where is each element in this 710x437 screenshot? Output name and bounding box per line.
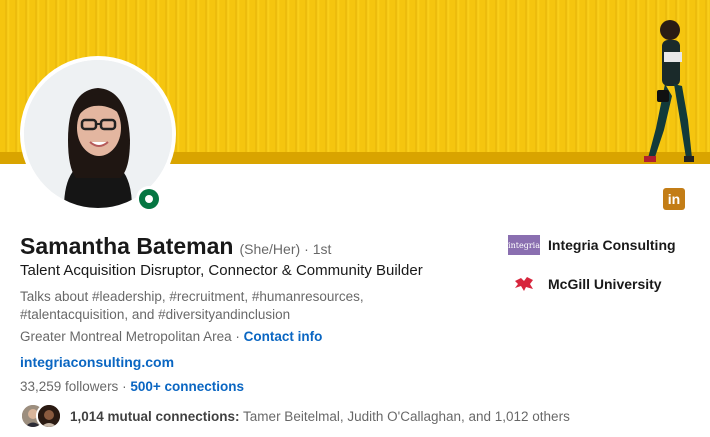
talks-about: Talks about #leadership, #recruitment, #…: [20, 289, 364, 322]
mutual-connections-names: Tamer Beitelmal, Judith O'Callaghan, and…: [239, 408, 570, 424]
stats-row: 33,259 followers · 500+ connections: [20, 379, 244, 394]
location-separator: ·: [231, 329, 244, 344]
current-company-item[interactable]: integria Integria Consulting: [508, 235, 676, 255]
online-status-indicator: [136, 186, 162, 212]
linkedin-premium-badge-icon[interactable]: in: [663, 188, 685, 210]
integria-logo-icon: integria: [508, 235, 540, 255]
profile-name: Samantha Bateman: [20, 233, 234, 259]
stats-separator: ·: [118, 379, 131, 394]
followers-count: 33,259 followers: [20, 379, 119, 394]
location-row: Greater Montreal Metropolitan Area · Con…: [20, 329, 322, 344]
connection-degree: · 1st: [304, 241, 332, 257]
name-row: Samantha Bateman (She/Her) · 1st: [20, 233, 331, 260]
current-company-label: Integria Consulting: [548, 237, 676, 253]
mutual-avatar: [36, 403, 62, 429]
education-item[interactable]: McGill University: [508, 274, 662, 294]
online-status-dot: [139, 189, 159, 209]
profile-location: Greater Montreal Metropolitan Area: [20, 329, 232, 344]
website-row: integriaconsulting.com: [20, 354, 174, 370]
mutual-connections-row[interactable]: 1,014 mutual connections: Tamer Beitelma…: [20, 403, 570, 429]
contact-info-link[interactable]: Contact info: [244, 329, 323, 344]
mutual-connections-count: 1,014 mutual connections:: [70, 408, 240, 424]
website-link[interactable]: integriaconsulting.com: [20, 354, 174, 370]
mutual-avatars: [20, 403, 64, 429]
profile-headline: Talent Acquisition Disruptor, Connector …: [20, 262, 423, 279]
mcgill-logo-icon: [508, 274, 540, 294]
mutual-connections-text: 1,014 mutual connections: Tamer Beitelma…: [70, 409, 570, 424]
education-label: McGill University: [548, 276, 662, 292]
profile-pronouns: (She/Her): [239, 241, 301, 257]
connections-link[interactable]: 500+ connections: [130, 379, 244, 394]
